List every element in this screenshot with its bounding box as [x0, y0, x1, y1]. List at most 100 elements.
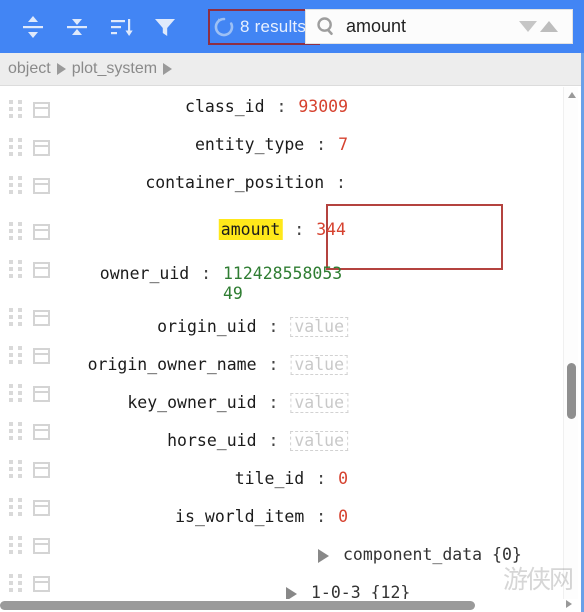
filter-icon[interactable]	[146, 8, 184, 46]
property-key: amount	[219, 219, 283, 240]
drag-handle-dots-icon[interactable]	[9, 100, 22, 120]
drag-handle-dots-icon[interactable]	[9, 346, 22, 366]
record-box-icon	[33, 348, 50, 364]
property-row[interactable]: amount : 344	[219, 220, 346, 240]
toolbar: 8 results amount	[0, 0, 584, 53]
gutter-row[interactable]	[0, 455, 68, 485]
expand-triangle-icon[interactable]	[318, 549, 329, 563]
record-box-icon	[33, 538, 50, 554]
property-key: class_id	[185, 97, 264, 116]
property-row[interactable]: class_id : 93009	[185, 97, 348, 117]
vertical-scrollbar[interactable]	[563, 87, 578, 612]
property-separator: :	[257, 317, 291, 336]
property-row[interactable]: is_world_item : 0	[175, 507, 348, 527]
results-indicator[interactable]: 8 results	[208, 8, 314, 46]
property-separator: :	[324, 173, 348, 192]
property-value[interactable]: value	[290, 431, 348, 451]
drag-handle-dots-icon[interactable]	[9, 460, 22, 480]
drag-handle-dots-icon[interactable]	[9, 138, 22, 158]
drag-handle-dots-icon[interactable]	[9, 308, 22, 328]
drag-handle-dots-icon[interactable]	[9, 222, 22, 242]
gutter-row[interactable]	[0, 569, 68, 599]
property-key: origin_owner_name	[88, 355, 257, 374]
sort-icon[interactable]	[102, 8, 140, 46]
collapse-all-icon[interactable]	[58, 8, 96, 46]
property-row[interactable]: container_position :	[145, 173, 348, 193]
property-row[interactable]: horse_uid : value	[167, 431, 348, 451]
results-count-label: 8 results	[240, 17, 306, 37]
property-value[interactable]: 344	[316, 220, 346, 239]
gutter-row[interactable]	[0, 171, 68, 201]
property-value[interactable]: 7	[338, 135, 348, 154]
breadcrumb-item-object[interactable]: object	[8, 60, 51, 78]
property-separator: :	[265, 97, 299, 116]
scroll-right-arrow-icon[interactable]	[566, 600, 572, 608]
property-value[interactable]: value	[290, 355, 348, 375]
gutter-row[interactable]	[0, 493, 68, 523]
drag-handle-dots-icon[interactable]	[9, 260, 22, 280]
property-row[interactable]: origin_uid : value	[157, 317, 348, 337]
property-key: key_owner_uid	[127, 393, 256, 412]
drag-handle-dots-icon[interactable]	[9, 536, 22, 556]
horizontal-scrollbar[interactable]	[0, 599, 584, 612]
property-value[interactable]: 0	[338, 507, 348, 526]
search-input-value[interactable]: amount	[346, 16, 519, 37]
property-row[interactable]: tile_id : 0	[235, 469, 348, 489]
property-value[interactable]: 0	[338, 469, 348, 488]
property-row[interactable]: key_owner_uid : value	[127, 393, 348, 413]
property-value[interactable]: value	[290, 317, 348, 337]
drag-handle-dots-icon[interactable]	[9, 384, 22, 404]
property-list-area: class_id : 93009 entity_type : 7 container…	[0, 87, 584, 612]
gutter-row[interactable]	[0, 531, 68, 561]
gutter-row[interactable]	[0, 133, 68, 163]
property-separator: :	[304, 507, 338, 526]
horizontal-scrollbar-thumb[interactable]	[0, 601, 475, 610]
search-icon	[316, 16, 337, 37]
drag-handle-dots-icon[interactable]	[9, 422, 22, 442]
property-inspector-window: 8 results amount object plot_system	[0, 0, 584, 612]
property-value[interactable]: value	[290, 393, 348, 413]
record-box-icon	[33, 424, 50, 440]
property-separator: :	[189, 264, 223, 283]
container-label: component_data {0}	[343, 545, 522, 564]
breadcrumb-item-plot-system[interactable]: plot_system	[72, 60, 157, 78]
property-separator: :	[304, 135, 338, 154]
gutter-row[interactable]	[0, 379, 68, 409]
gutter-row[interactable]	[0, 303, 68, 333]
gutter-row[interactable]	[0, 417, 68, 447]
breadcrumb-separator-icon	[163, 63, 172, 75]
gutter-row[interactable]	[0, 255, 68, 285]
property-separator: :	[257, 431, 291, 450]
property-key: tile_id	[235, 469, 305, 488]
property-key: horse_uid	[167, 431, 256, 450]
record-box-icon	[33, 386, 50, 402]
chevron-up-icon[interactable]	[540, 21, 558, 32]
scroll-up-arrow-icon[interactable]	[568, 92, 576, 98]
gutter-row[interactable]	[0, 341, 68, 371]
record-box-icon	[33, 310, 50, 326]
row-gutter	[0, 87, 68, 612]
property-key: is_world_item	[175, 507, 304, 526]
property-key: container_position	[145, 173, 324, 192]
vertical-scrollbar-thumb[interactable]	[567, 363, 576, 419]
container-row[interactable]: component_data {0}	[318, 545, 522, 565]
property-separator: :	[257, 355, 291, 374]
drag-handle-dots-icon[interactable]	[9, 574, 22, 594]
drag-handle-dots-icon[interactable]	[9, 498, 22, 518]
record-box-icon	[33, 178, 50, 194]
drag-handle-dots-icon[interactable]	[9, 176, 22, 196]
property-row[interactable]: owner_uid : 11242855805349	[100, 264, 348, 304]
breadcrumb: object plot_system	[0, 53, 584, 86]
property-row[interactable]: origin_owner_name : value	[88, 355, 348, 375]
gutter-row[interactable]	[0, 95, 68, 125]
search-field[interactable]: amount	[305, 9, 573, 44]
property-key: entity_type	[195, 135, 304, 154]
chevron-down-icon[interactable]	[519, 21, 537, 32]
property-row[interactable]: entity_type : 7	[195, 135, 348, 155]
expand-all-icon[interactable]	[14, 8, 52, 46]
record-box-icon	[33, 462, 50, 478]
property-key: origin_uid	[157, 317, 256, 336]
property-value[interactable]: 93009	[298, 97, 348, 116]
gutter-row[interactable]	[0, 217, 68, 247]
property-value[interactable]: 11242855805349	[223, 264, 348, 304]
